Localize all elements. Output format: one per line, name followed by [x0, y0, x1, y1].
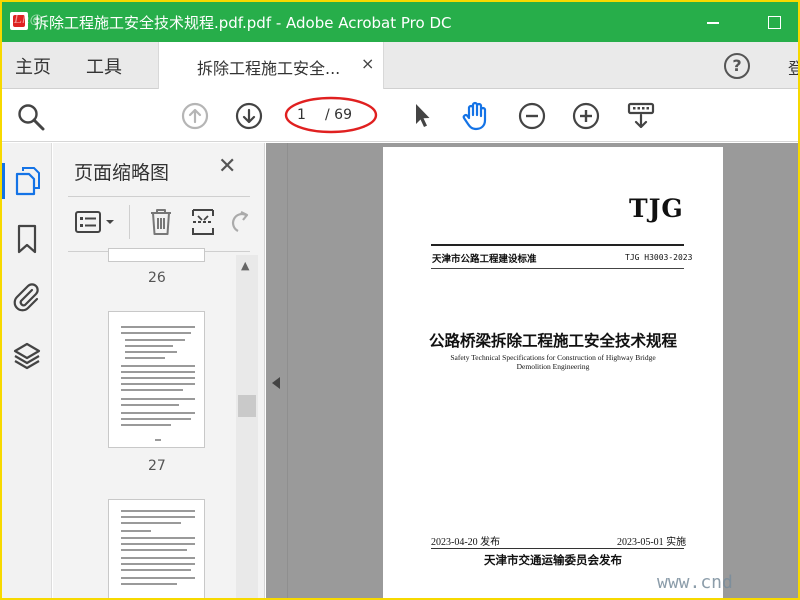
implementation-date: 2023-05-01 实施 — [617, 537, 687, 548]
rail-active-indicator — [2, 163, 5, 199]
previous-page-icon[interactable] — [180, 101, 210, 131]
zoom-out-icon[interactable] — [517, 101, 547, 131]
menu-home[interactable]: 主页 — [15, 53, 51, 79]
document-tab[interactable]: 拆除工程施工安全... × — [158, 42, 384, 89]
zoom-in-icon[interactable] — [571, 101, 601, 131]
main-toolbar: / 69 — [2, 90, 798, 142]
menu-tab-row: 主页 工具 拆除工程施工安全... × ? 登 — [2, 42, 798, 89]
scrollbar-thumb[interactable] — [238, 395, 256, 417]
delete-page-icon[interactable] — [148, 207, 174, 237]
page-total-label: / 69 — [325, 107, 352, 123]
document-title-cn: 公路桥梁拆除工程施工安全技术规程 — [428, 331, 677, 350]
page-number-input[interactable] — [297, 105, 321, 125]
page-number-label: 27 — [148, 458, 166, 474]
publisher: 天津市交通运输委员会发布 — [484, 553, 622, 567]
standard-brand: TJG — [629, 194, 684, 223]
page-rule — [431, 548, 684, 549]
panel-collapse-strip[interactable] — [266, 143, 288, 598]
minimize-button[interactable] — [702, 10, 726, 34]
thumbnail-options-icon[interactable] — [74, 209, 118, 235]
undo-icon[interactable] — [229, 209, 251, 235]
acrobat-window: Lh@ 拆除工程施工安全技术规程.pdf.pdf - Adobe Acrobat… — [2, 2, 798, 598]
page-rule — [431, 244, 684, 246]
page-thumbnail[interactable] — [108, 311, 205, 448]
page-rule — [431, 268, 684, 269]
panel-close-icon[interactable]: ✕ — [218, 154, 236, 179]
thumbnail-scrollbar[interactable]: ▲ — [236, 255, 258, 598]
pdf-page: TJG 天津市公路工程建设标准 TJG H3003-2023 公路桥梁拆除工程施… — [383, 147, 723, 598]
help-button[interactable]: ? — [724, 53, 750, 79]
page-navigator: / 69 — [284, 96, 381, 134]
attachments-icon[interactable] — [12, 281, 42, 313]
page-display-icon[interactable] — [625, 100, 657, 132]
document-tab-label: 拆除工程施工安全... — [197, 59, 341, 78]
maximize-button[interactable] — [762, 10, 786, 34]
tab-close-icon[interactable]: × — [361, 54, 374, 73]
standard-code: TJG H3003-2023 — [625, 253, 693, 262]
issue-date: 2023-04-20 发布 — [431, 537, 501, 548]
scroll-up-arrow-icon[interactable]: ▲ — [241, 259, 249, 272]
page-thumbnail[interactable] — [108, 248, 205, 262]
split-page-icon[interactable] — [190, 207, 216, 237]
document-title-en: Demolition Engineering — [516, 362, 590, 371]
left-navigation-rail — [2, 143, 52, 598]
page-thumbnails-icon[interactable] — [14, 165, 42, 197]
page-thumbnail[interactable] — [108, 499, 205, 598]
site-watermark: www.cnd — [657, 572, 733, 593]
layers-icon[interactable] — [12, 340, 42, 372]
bookmarks-icon[interactable] — [16, 223, 38, 255]
signin-label[interactable]: 登 — [788, 55, 798, 79]
select-cursor-icon[interactable] — [410, 102, 434, 130]
page-thumbnails-panel: 页面缩略图 ✕ 26 27 ▲ — [53, 143, 265, 598]
menu-tools[interactable]: 工具 — [86, 53, 122, 79]
panel-tools-divider — [129, 205, 130, 239]
window-title: 拆除工程施工安全技术规程.pdf.pdf - Adobe Acrobat Pro… — [34, 14, 452, 32]
panel-divider — [68, 196, 250, 197]
next-page-icon[interactable] — [234, 101, 264, 131]
title-bar: Lh@ 拆除工程施工安全技术规程.pdf.pdf - Adobe Acrobat… — [2, 2, 798, 42]
collapse-arrow-icon[interactable] — [272, 377, 280, 389]
document-title-en: Safety Technical Specifications for Cons… — [450, 353, 656, 362]
search-icon[interactable] — [16, 102, 46, 132]
hand-tool-icon[interactable] — [460, 100, 492, 132]
document-viewport[interactable]: TJG 天津市公路工程建设标准 TJG H3003-2023 公路桥梁拆除工程施… — [266, 143, 798, 598]
standard-type: 天津市公路工程建设标准 — [432, 254, 537, 265]
panel-title: 页面缩略图 — [74, 162, 170, 184]
page-number-label: 26 — [148, 270, 166, 286]
